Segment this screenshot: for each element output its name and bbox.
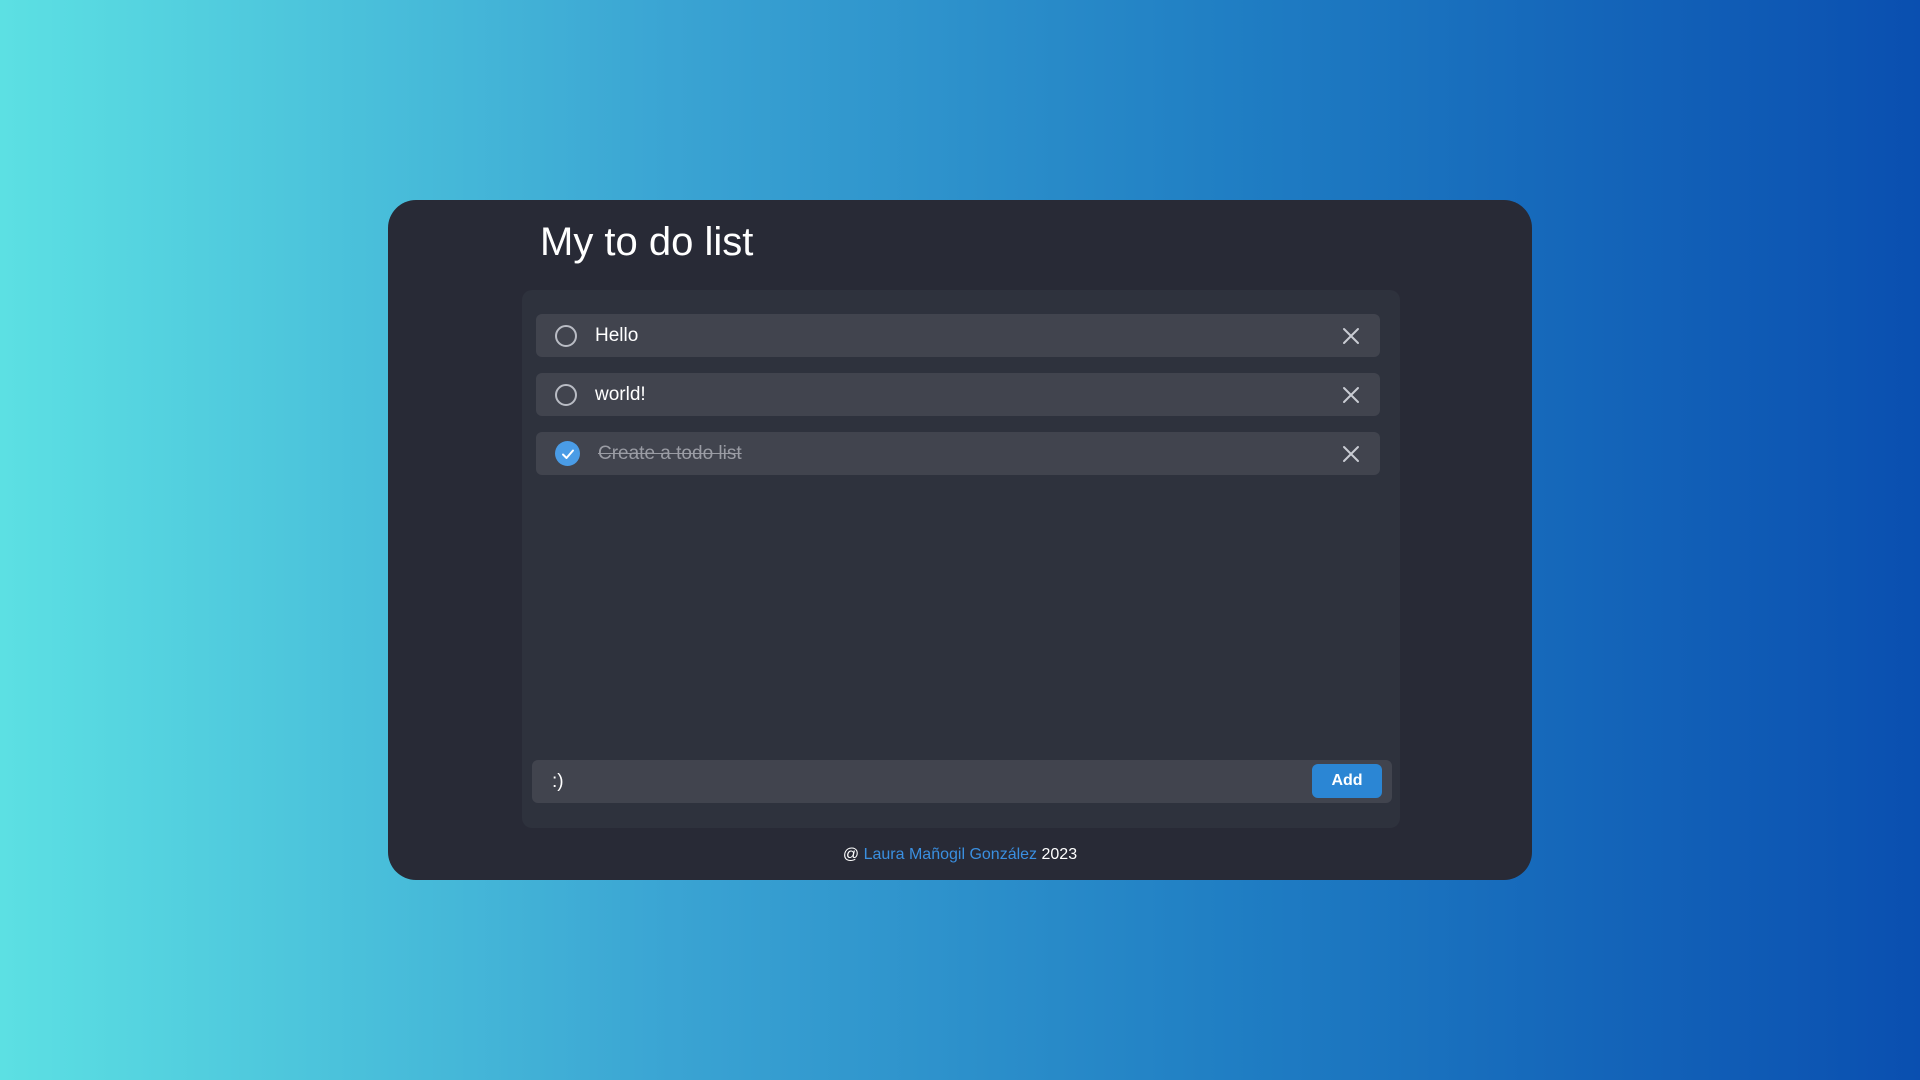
circle-icon[interactable]	[555, 324, 577, 347]
circle-icon[interactable]	[555, 383, 577, 406]
todo-item[interactable]: world!	[536, 373, 1380, 416]
todo-item[interactable]: Create a todo list	[536, 432, 1380, 475]
close-icon[interactable]	[1342, 445, 1360, 463]
new-todo-form: Add	[532, 760, 1392, 803]
todo-card: My to do list Hello world! Create a todo…	[388, 200, 1532, 880]
todo-item-text: world!	[595, 383, 646, 405]
todo-item[interactable]: Hello	[536, 314, 1380, 357]
todo-panel: Hello world! Create a todo list:) Add	[522, 290, 1400, 828]
close-icon[interactable]	[1342, 327, 1360, 345]
check-circle-icon[interactable]	[555, 441, 580, 466]
footer-year: 2023	[1041, 846, 1078, 863]
new-todo-input[interactable]	[542, 760, 1302, 803]
author-link[interactable]: Laura Mañogil González	[864, 846, 1037, 863]
todo-item-text: Create a todo list	[598, 442, 742, 464]
close-icon[interactable]	[1342, 386, 1360, 404]
todo-list: Hello world! Create a todo list	[536, 314, 1380, 491]
footer-prefix: @	[842, 846, 860, 863]
add-button[interactable]: Add	[1312, 764, 1382, 798]
page-title: My to do list	[540, 220, 754, 264]
footer: @ Laura Mañogil González 2023	[388, 846, 1532, 864]
todo-item-text: Hello	[595, 324, 639, 346]
